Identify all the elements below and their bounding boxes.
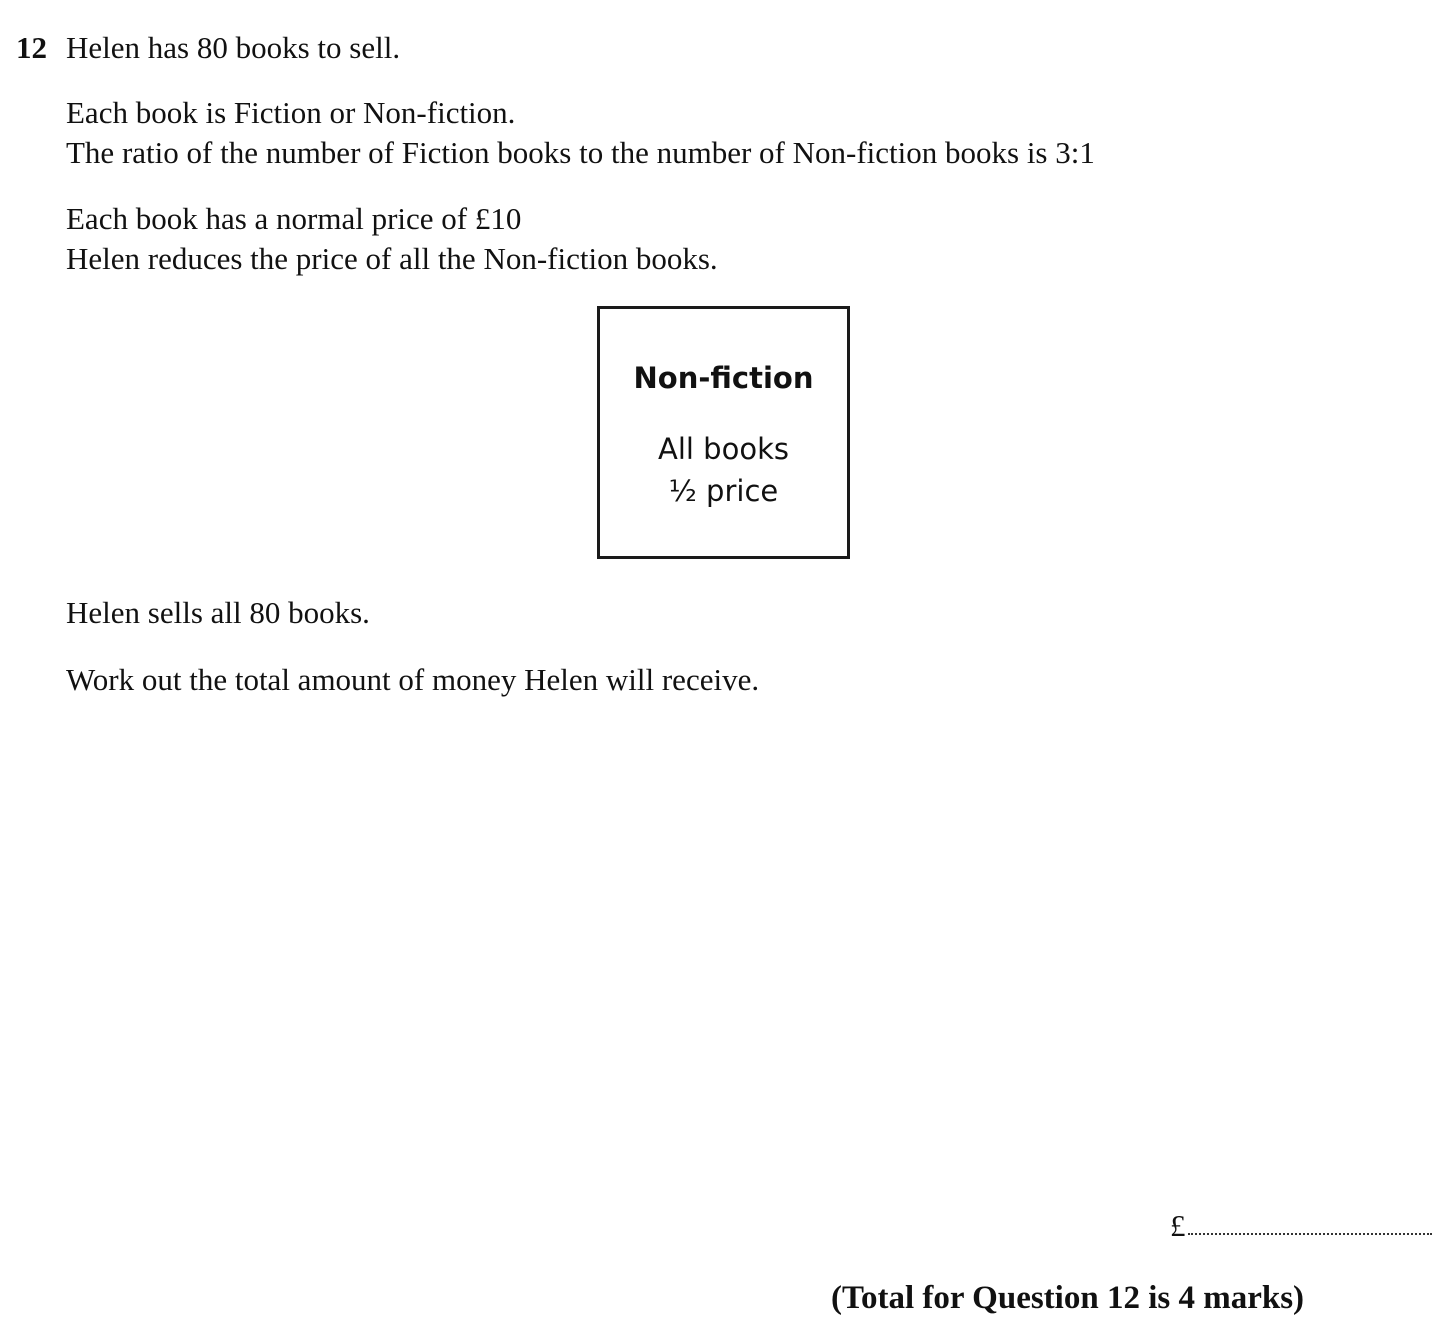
question-text-intro: Helen has 80 books to sell.: [66, 30, 401, 65]
sale-sign-line-2: ½ price: [668, 474, 779, 508]
question-text-normal-price: Each book has a normal price of £10: [66, 201, 522, 236]
total-marks: (Total for Question 12 is 4 marks): [831, 1280, 1305, 1316]
question-text-sells-all: Helen sells all 80 books.: [66, 595, 370, 630]
question-text-instruction: Work out the total amount of money Helen…: [66, 662, 760, 697]
answer-dotted-line: [1188, 1233, 1432, 1235]
non-fiction-sale-sign: Non-fiction All books ½ price: [597, 306, 850, 559]
question-text-price-reduction: Helen reduces the price of all the Non-f…: [66, 241, 718, 276]
answer-line[interactable]: £: [1170, 1208, 1432, 1244]
question-text-book-types: Each book is Fiction or Non-fiction.: [66, 95, 516, 130]
question-number: 12: [16, 30, 47, 65]
sale-sign-title: Non-fiction: [633, 361, 814, 395]
sale-sign-line-1: All books: [658, 432, 789, 466]
currency-symbol: £: [1170, 1208, 1186, 1243]
question-text-ratio: The ratio of the number of Fiction books…: [66, 135, 1095, 170]
